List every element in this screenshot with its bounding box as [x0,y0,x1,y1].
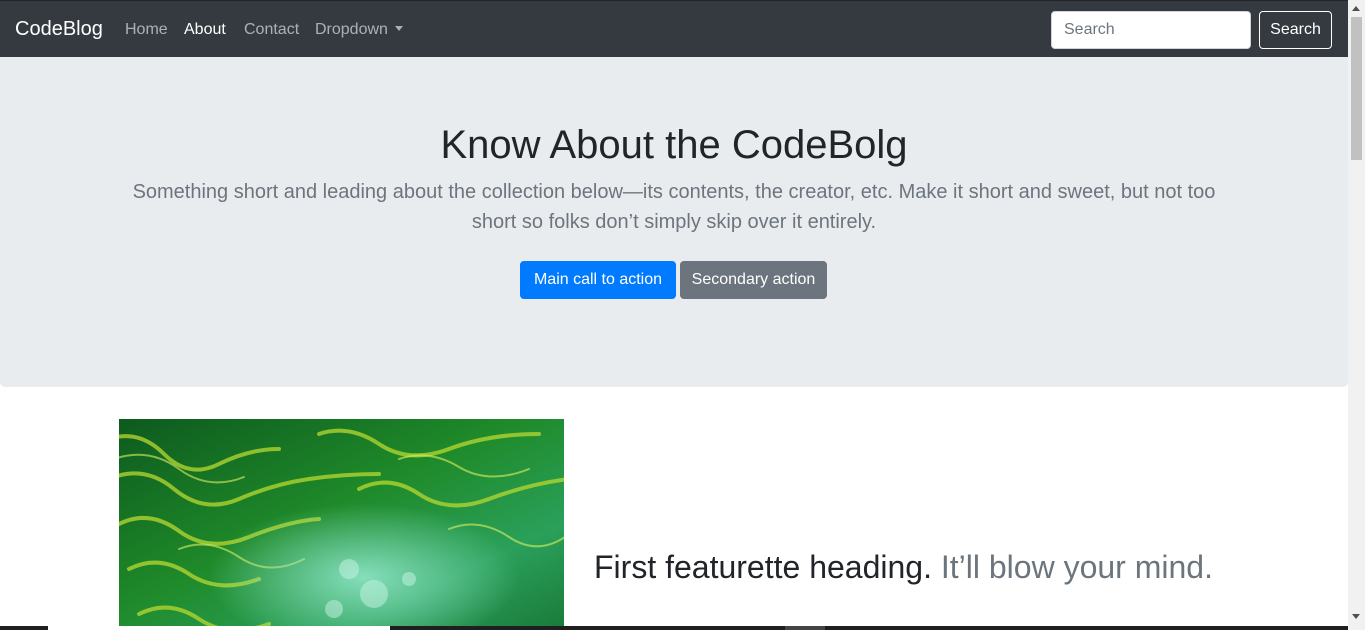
nav-dropdown-toggle[interactable]: Dropdown [315,21,403,39]
jumbotron-lead: Something short and leading about the co… [132,181,1216,233]
nav-dropdown-label: Dropdown [315,21,388,38]
bottom-edge-strip [0,626,1348,630]
nav-link-contact[interactable]: Contact [244,21,299,39]
main-call-to-action-button[interactable]: Main call to action [520,261,676,299]
chevron-down-icon [394,26,403,31]
strip-segment [48,626,390,630]
nav-link-home[interactable]: Home [125,21,168,39]
nav-link-about[interactable]: About [184,21,226,39]
secondary-action-button[interactable]: Secondary action [680,261,827,299]
jumbotron: Know About the CodeBolg Something short … [0,57,1348,387]
featurette-heading-main: First featurette heading. [594,549,932,585]
navbar: CodeBlog Home About Contact Dropdown Sea… [0,0,1348,57]
scroll-up-arrow-icon[interactable] [1352,6,1360,11]
scroll-down-arrow-icon[interactable] [1352,614,1360,619]
jumbotron-title: Know About the CodeBolg [440,123,908,167]
scrollbar-thumb[interactable] [1351,17,1362,160]
search-input[interactable] [1051,11,1251,49]
featurette-image [119,419,564,630]
featurette-heading: First featurette heading. It’ll blow you… [594,548,1234,586]
navbar-brand[interactable]: CodeBlog [15,18,103,41]
search-button[interactable]: Search [1259,11,1332,49]
strip-segment [785,626,825,630]
featurette-heading-muted: It’ll blow your mind. [940,549,1213,585]
vertical-scrollbar[interactable] [1348,0,1365,630]
